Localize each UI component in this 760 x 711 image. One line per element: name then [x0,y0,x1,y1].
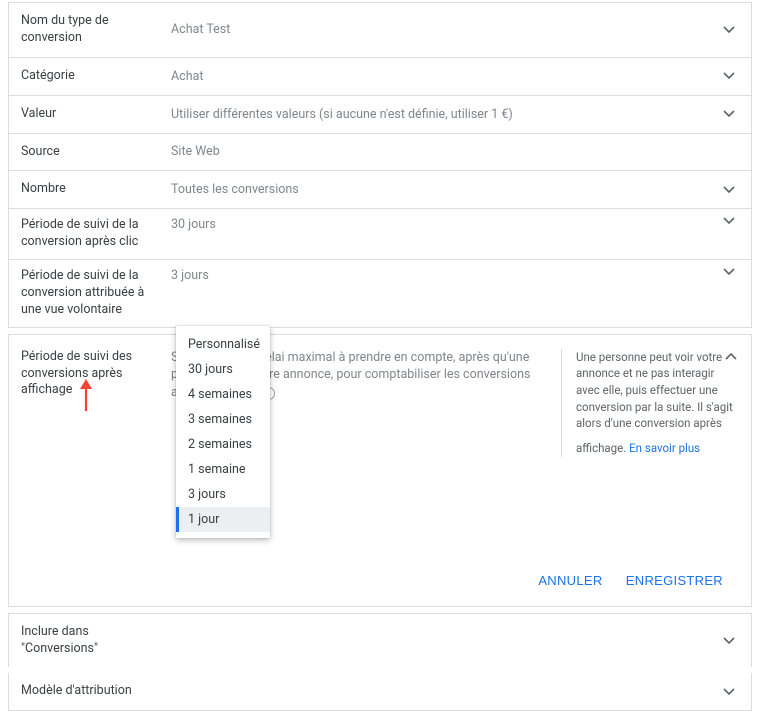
dropdown-option[interactable]: Personnalisé [176,332,270,357]
action-bar: ANNULER ENREGISTRER [21,567,739,594]
section-label: Période de suivi des conversions après a… [21,349,171,457]
chevron-down-icon[interactable] [719,186,739,194]
chevron-down-icon[interactable] [719,26,739,34]
row-label: Valeur [21,106,171,123]
dropdown-option[interactable]: 3 jours [176,482,270,507]
dropdown-option[interactable]: 2 semaines [176,432,270,457]
row-label: Modèle d'attribution [21,683,171,700]
annotation-arrow-icon [76,379,96,419]
dropdown-option[interactable]: 4 semaines [176,382,270,407]
collapse-icon[interactable] [725,349,737,364]
row-value: 30 jours [171,217,719,232]
row-label: Période de suivi de la conversion après … [21,217,171,251]
chevron-down-icon[interactable] [719,72,739,80]
row-label: Catégorie [21,68,171,85]
settings-row[interactable]: Inclure dans "Conversions" [8,613,752,668]
chevron-down-icon[interactable] [719,637,739,645]
dropdown-option[interactable]: 30 jours [176,357,270,382]
row-label: Période de suivi de la conversion attrib… [21,268,171,319]
help-panel: Une personne peut voir votre annonce et … [561,349,739,457]
row-label: Source [21,144,171,161]
row-label: Nom du type de conversion [21,13,171,47]
settings-row[interactable]: Nom du type de conversionAchat Test [9,3,751,58]
settings-panel: Nom du type de conversionAchat TestCatég… [8,2,752,328]
view-through-window-section: Période de suivi des conversions après a… [8,334,752,607]
row-value: Utiliser différentes valeurs (si aucune … [171,107,719,122]
settings-row[interactable]: CatégorieAchat [9,58,751,96]
row-value: Achat [171,69,719,84]
settings-row[interactable]: ValeurUtiliser différentes valeurs (si a… [9,96,751,134]
save-button[interactable]: ENREGISTRER [616,567,733,594]
settings-row[interactable]: Période de suivi de la conversion après … [9,209,751,260]
dropdown-option[interactable]: 1 jour [176,507,270,532]
row-value: Toutes les conversions [171,182,719,197]
settings-row[interactable]: Modèle d'attribution [8,673,752,711]
settings-row[interactable]: NombreToutes les conversions [9,171,751,209]
chevron-down-icon[interactable] [719,268,739,276]
dropdown-option[interactable]: 3 semaines [176,407,270,432]
chevron-down-icon[interactable] [719,688,739,696]
chevron-down-icon[interactable] [719,110,739,118]
row-label: Inclure dans "Conversions" [21,624,171,658]
row-value: 3 jours [171,268,719,283]
row-value: Site Web [171,144,719,159]
dropdown-option[interactable]: 1 semaine [176,457,270,482]
row-label: Nombre [21,181,171,198]
cancel-button[interactable]: ANNULER [528,567,612,594]
settings-row[interactable]: Période de suivi de la conversion attrib… [9,260,751,327]
chevron-down-icon[interactable] [719,217,739,225]
settings-row: SourceSite Web [9,134,751,172]
row-value: Achat Test [171,22,719,37]
window-dropdown[interactable]: Personnalisé30 jours4 semaines3 semaines… [176,326,270,538]
learn-more-link[interactable]: En savoir plus [629,440,700,457]
